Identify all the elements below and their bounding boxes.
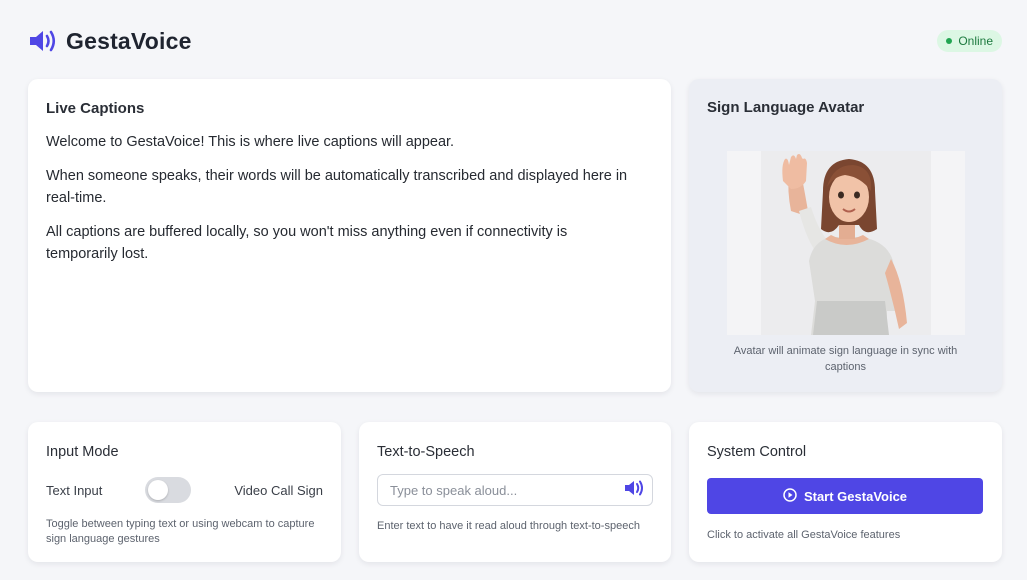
app-name: GestaVoice <box>66 27 192 54</box>
tts-title: Text-to-Speech <box>377 444 475 460</box>
input-mode-title: Input Mode <box>46 444 119 460</box>
play-circle-icon <box>783 487 797 505</box>
avatar-title: Sign Language Avatar <box>707 99 865 116</box>
start-button-label: Start GestaVoice <box>803 488 908 504</box>
text-input-label: Text Input <box>46 482 103 498</box>
speaker-icon <box>28 28 58 54</box>
caption-line: Welcome to GestaVoice! This is where liv… <box>46 134 455 150</box>
tts-help: Enter text to have it read aloud through… <box>377 520 640 532</box>
speaker-icon[interactable] <box>624 479 644 502</box>
live-captions-title: Live Captions <box>46 100 145 117</box>
system-control-title: System Control <box>707 444 807 460</box>
app-header: GestaVoice Online <box>28 24 1002 58</box>
input-mode-toggle-row: Text Input Video Call Sign <box>46 477 323 503</box>
input-mode-toggle[interactable] <box>145 477 192 503</box>
caption-line: When someone speaks, their words will be… <box>46 168 628 206</box>
tts-input[interactable] <box>390 482 624 498</box>
caption-line: All captions are buffered locally, so yo… <box>46 224 568 262</box>
toggle-knob <box>148 480 169 500</box>
brand: GestaVoice <box>28 28 192 55</box>
video-call-sign-label: Video Call Sign <box>234 482 323 498</box>
text-to-speech-panel: Text-to-Speech Enter text to have it rea… <box>359 422 671 562</box>
input-mode-help: Toggle between typing text or using webc… <box>46 518 315 545</box>
avatar-caption: Avatar will animate sign language in syn… <box>733 345 958 373</box>
sign-language-avatar-panel: Sign Language Avatar Avatar will animate… <box>689 79 1002 392</box>
status-badge: Online <box>937 30 1002 52</box>
status-text: Online <box>958 34 993 48</box>
live-captions-panel: Live Captions Welcome to GestaVoice! Thi… <box>28 79 671 392</box>
avatar-image <box>761 151 931 335</box>
tts-input-wrapper <box>377 474 653 506</box>
status-dot-icon <box>946 38 953 44</box>
start-gestavoice-button[interactable]: Start GestaVoice <box>707 478 983 514</box>
system-control-panel: System Control Start GestaVoice Click to… <box>689 422 1002 562</box>
input-mode-panel: Input Mode Text Input Video Call Sign To… <box>28 422 341 562</box>
system-control-help: Click to activate all GestaVoice feature… <box>707 529 901 541</box>
avatar-viewport <box>727 151 965 335</box>
